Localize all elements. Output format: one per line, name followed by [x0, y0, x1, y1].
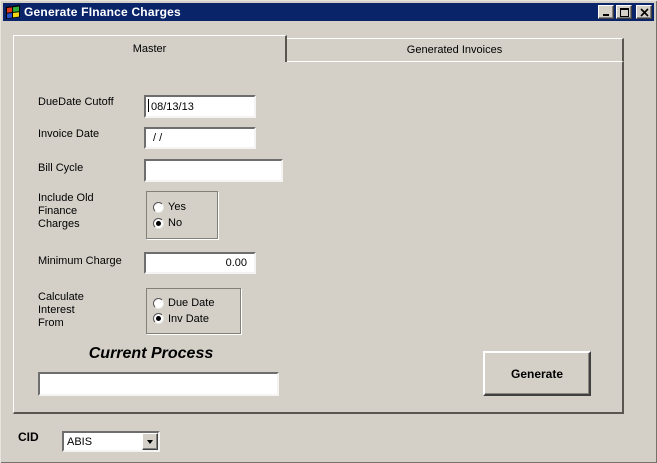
- window-title: Generate FInance Charges: [24, 5, 596, 19]
- radio-option-yes[interactable]: Yes: [153, 201, 211, 213]
- text-caret: [148, 99, 149, 112]
- radio-label: Inv Date: [168, 313, 209, 325]
- radio-label: Yes: [168, 201, 186, 213]
- radio-icon: [153, 298, 164, 309]
- include-old-finance-charges-label: Include Old Finance Charges: [38, 192, 94, 231]
- tab-page-master: DueDate Cutoff Invoice Date Bill Cycle I…: [13, 61, 624, 414]
- title-bar: Generate FInance Charges: [3, 3, 654, 21]
- tab-label: Master: [133, 43, 167, 55]
- calculate-interest-from-group: Due Date Inv Date: [146, 288, 241, 334]
- radio-label: No: [168, 217, 182, 229]
- radio-option-inv-date[interactable]: Inv Date: [153, 313, 234, 325]
- generate-button[interactable]: Generate: [483, 351, 591, 396]
- cid-select[interactable]: ABIS: [62, 431, 160, 452]
- maximize-button[interactable]: [616, 5, 632, 19]
- minimize-button[interactable]: [598, 5, 614, 19]
- tab-master[interactable]: Master: [13, 35, 287, 62]
- close-icon: [640, 8, 649, 17]
- tab-generated-invoices[interactable]: Generated Invoices: [287, 38, 624, 61]
- invoice-date-input[interactable]: [144, 127, 256, 149]
- radio-checked-icon: [153, 218, 164, 229]
- radio-option-due-date[interactable]: Due Date: [153, 297, 234, 309]
- radio-icon: [153, 202, 164, 213]
- radio-checked-icon: [153, 313, 164, 324]
- dialog-window: Generate FInance Charges DueDate Cutoff …: [0, 0, 657, 463]
- cid-label: CID: [18, 430, 39, 444]
- bill-cycle-input[interactable]: [144, 159, 283, 182]
- current-process-label: Current Process: [38, 345, 264, 363]
- tab-label: Generated Invoices: [407, 44, 502, 56]
- close-button[interactable]: [636, 5, 652, 19]
- radio-option-no[interactable]: No: [153, 217, 211, 229]
- app-icon: [5, 4, 21, 20]
- minimize-icon: [602, 8, 611, 17]
- chevron-down-icon: [147, 440, 153, 444]
- invoice-date-label: Invoice Date: [38, 128, 99, 141]
- cid-selected-value: ABIS: [64, 433, 142, 450]
- duedate-cutoff-input[interactable]: [144, 95, 256, 118]
- radio-label: Due Date: [168, 297, 214, 309]
- maximize-icon: [620, 8, 629, 17]
- include-old-finance-charges-group: Yes No: [146, 191, 218, 239]
- minimum-charge-label: Minimum Charge: [38, 255, 122, 268]
- current-process-field[interactable]: [38, 372, 279, 396]
- calculate-interest-from-label: Calculate Interest From: [38, 291, 84, 330]
- cid-dropdown-button[interactable]: [142, 433, 158, 450]
- minimum-charge-input[interactable]: [144, 252, 256, 274]
- duedate-cutoff-label: DueDate Cutoff: [38, 96, 114, 109]
- bill-cycle-label: Bill Cycle: [38, 162, 83, 175]
